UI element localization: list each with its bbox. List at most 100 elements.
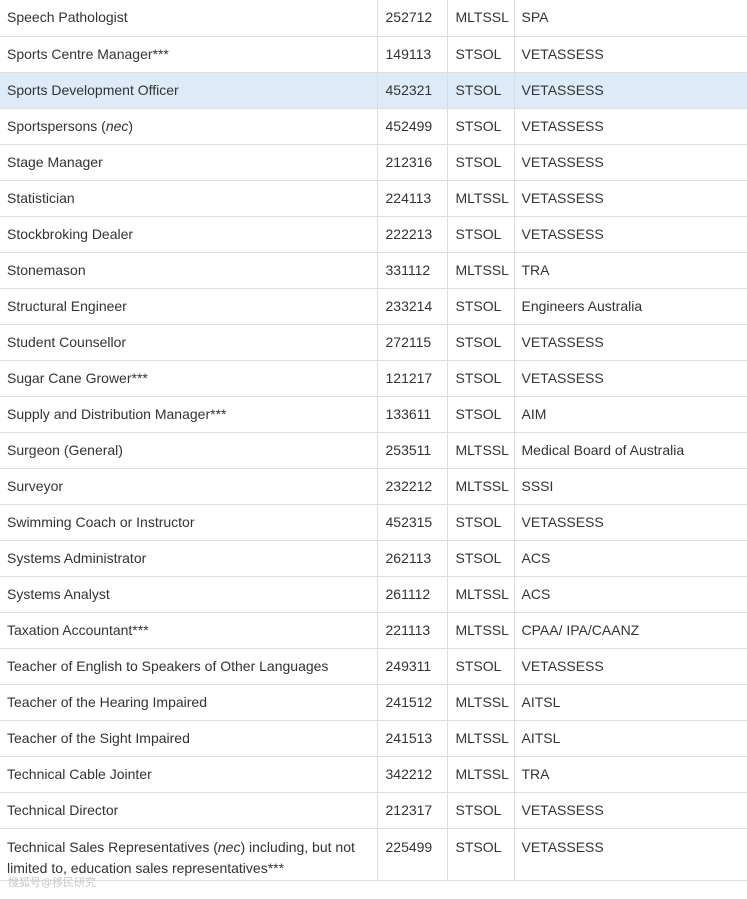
occupation-name-cell: Surgeon (General) — [0, 432, 378, 469]
assessing-authority-cell: VETASSESS — [514, 648, 747, 685]
occupation-table: Speech Pathologist 252712 MLTSSL SPA Spo… — [0, 0, 747, 881]
occupation-name-cell: Stage Manager — [0, 144, 378, 181]
anzsco-code-cell: 272115 — [377, 324, 448, 361]
anzsco-code-cell: 342212 — [377, 756, 448, 793]
table-row: Taxation Accountant*** 221113 MLTSSL CPA… — [0, 612, 747, 649]
occupation-name-cell: Sugar Cane Grower*** — [0, 360, 378, 397]
watermark: 搜狐号@移民研究 — [8, 876, 96, 889]
anzsco-code-cell: 452315 — [377, 504, 448, 541]
occupation-name-cell: Statistician — [0, 180, 378, 217]
skills-list-cell: MLTSSL — [447, 468, 515, 505]
assessing-authority-cell: VETASSESS — [514, 180, 747, 217]
anzsco-code-cell: 121217 — [377, 360, 448, 397]
occupation-name-cell: Sports Development Officer — [0, 72, 378, 109]
assessing-authority-cell: VETASSESS — [514, 828, 747, 881]
skills-list-cell: MLTSSL — [447, 684, 515, 721]
anzsco-code-cell: 221113 — [377, 612, 448, 649]
skills-list-cell: STSOL — [447, 396, 515, 433]
occupation-name-cell: Stonemason — [0, 252, 378, 289]
table-row-highlighted: Sports Development Officer 452321 STSOL … — [0, 72, 747, 109]
assessing-authority-cell: AIM — [514, 396, 747, 433]
assessing-authority-cell: AITSL — [514, 684, 747, 721]
assessing-authority-cell: ACS — [514, 540, 747, 577]
anzsco-code-cell: 241512 — [377, 684, 448, 721]
assessing-authority-cell: SSSI — [514, 468, 747, 505]
table-row: Technical Cable Jointer 342212 MLTSSL TR… — [0, 756, 747, 793]
assessing-authority-cell: VETASSESS — [514, 504, 747, 541]
table-row: Technical Sales Representatives (nec) in… — [0, 828, 747, 881]
assessing-authority-cell: VETASSESS — [514, 216, 747, 253]
anzsco-code-cell: 232212 — [377, 468, 448, 505]
table-row: Sugar Cane Grower*** 121217 STSOL VETASS… — [0, 360, 747, 397]
anzsco-code-cell: 252712 — [377, 0, 448, 37]
assessing-authority-cell: CPAA/ IPA/CAANZ — [514, 612, 747, 649]
assessing-authority-cell: VETASSESS — [514, 72, 747, 109]
occupation-name-text: ) — [128, 117, 134, 134]
skills-list-cell: STSOL — [447, 792, 515, 829]
table-row: Teacher of the Sight Impaired 241513 MLT… — [0, 720, 747, 757]
table-row: Surgeon (General) 253511 MLTSSL Medical … — [0, 432, 747, 469]
anzsco-code-cell: 233214 — [377, 288, 448, 325]
occupation-name-cell: Speech Pathologist — [0, 0, 378, 37]
table-row: Surveyor 232212 MLTSSL SSSI — [0, 468, 747, 505]
occupation-name-cell: Technical Cable Jointer — [0, 756, 378, 793]
anzsco-code-cell: 212317 — [377, 792, 448, 829]
assessing-authority-cell: TRA — [514, 252, 747, 289]
skills-list-cell: STSOL — [447, 360, 515, 397]
occupation-name-text: Technical Sales Representatives ( — [7, 838, 218, 855]
occupation-name-cell: Surveyor — [0, 468, 378, 505]
anzsco-code-cell: 331112 — [377, 252, 448, 289]
skills-list-cell: STSOL — [447, 144, 515, 181]
table-row: Swimming Coach or Instructor 452315 STSO… — [0, 504, 747, 541]
table-row: Sports Centre Manager*** 149113 STSOL VE… — [0, 36, 747, 73]
anzsco-code-cell: 452499 — [377, 108, 448, 145]
skills-list-cell: STSOL — [447, 648, 515, 685]
table-row: Structural Engineer 233214 STSOL Enginee… — [0, 288, 747, 325]
occupation-name-cell: Swimming Coach or Instructor — [0, 504, 378, 541]
skills-list-cell: MLTSSL — [447, 180, 515, 217]
table-row: Supply and Distribution Manager*** 13361… — [0, 396, 747, 433]
skills-list-cell: MLTSSL — [447, 576, 515, 613]
skills-list-cell: MLTSSL — [447, 252, 515, 289]
assessing-authority-cell: Medical Board of Australia — [514, 432, 747, 469]
assessing-authority-cell: ACS — [514, 576, 747, 613]
table-row: Stockbroking Dealer 222213 STSOL VETASSE… — [0, 216, 747, 253]
occupation-name-text: Sportspersons ( — [7, 117, 106, 134]
anzsco-code-cell: 261112 — [377, 576, 448, 613]
assessing-authority-cell: VETASSESS — [514, 792, 747, 829]
occupation-name-italic: nec — [217, 838, 241, 855]
table-row: Stage Manager 212316 STSOL VETASSESS — [0, 144, 747, 181]
assessing-authority-cell: VETASSESS — [514, 144, 747, 181]
table-row: Stonemason 331112 MLTSSL TRA — [0, 252, 747, 289]
occupation-name-cell: Teacher of English to Speakers of Other … — [0, 648, 378, 685]
anzsco-code-cell: 149113 — [377, 36, 448, 73]
occupation-name-cell: Technical Sales Representatives (nec) in… — [0, 828, 378, 881]
occupation-name-cell: Systems Administrator — [0, 540, 378, 577]
anzsco-code-cell: 212316 — [377, 144, 448, 181]
table-row: Teacher of the Hearing Impaired 241512 M… — [0, 684, 747, 721]
anzsco-code-cell: 241513 — [377, 720, 448, 757]
skills-list-cell: MLTSSL — [447, 432, 515, 469]
occupation-name-cell: Technical Director — [0, 792, 378, 829]
skills-list-cell: STSOL — [447, 324, 515, 361]
skills-list-cell: MLTSSL — [447, 0, 515, 37]
occupation-name-cell: Stockbroking Dealer — [0, 216, 378, 253]
assessing-authority-cell: VETASSESS — [514, 108, 747, 145]
occupation-name-cell: Student Counsellor — [0, 324, 378, 361]
assessing-authority-cell: VETASSESS — [514, 324, 747, 361]
table-row: Systems Administrator 262113 STSOL ACS — [0, 540, 747, 577]
anzsco-code-cell: 133611 — [377, 396, 448, 433]
anzsco-code-cell: 224113 — [377, 180, 448, 217]
occupation-name-cell: Sportspersons (nec) — [0, 108, 378, 145]
occupation-name-cell: Systems Analyst — [0, 576, 378, 613]
assessing-authority-cell: AITSL — [514, 720, 747, 757]
table-row: Speech Pathologist 252712 MLTSSL SPA — [0, 0, 747, 37]
anzsco-code-cell: 452321 — [377, 72, 448, 109]
skills-list-cell: STSOL — [447, 216, 515, 253]
anzsco-code-cell: 222213 — [377, 216, 448, 253]
table-row: Systems Analyst 261112 MLTSSL ACS — [0, 576, 747, 613]
skills-list-cell: STSOL — [447, 288, 515, 325]
skills-list-cell: MLTSSL — [447, 720, 515, 757]
table-row: Statistician 224113 MLTSSL VETASSESS — [0, 180, 747, 217]
occupation-name-cell: Structural Engineer — [0, 288, 378, 325]
